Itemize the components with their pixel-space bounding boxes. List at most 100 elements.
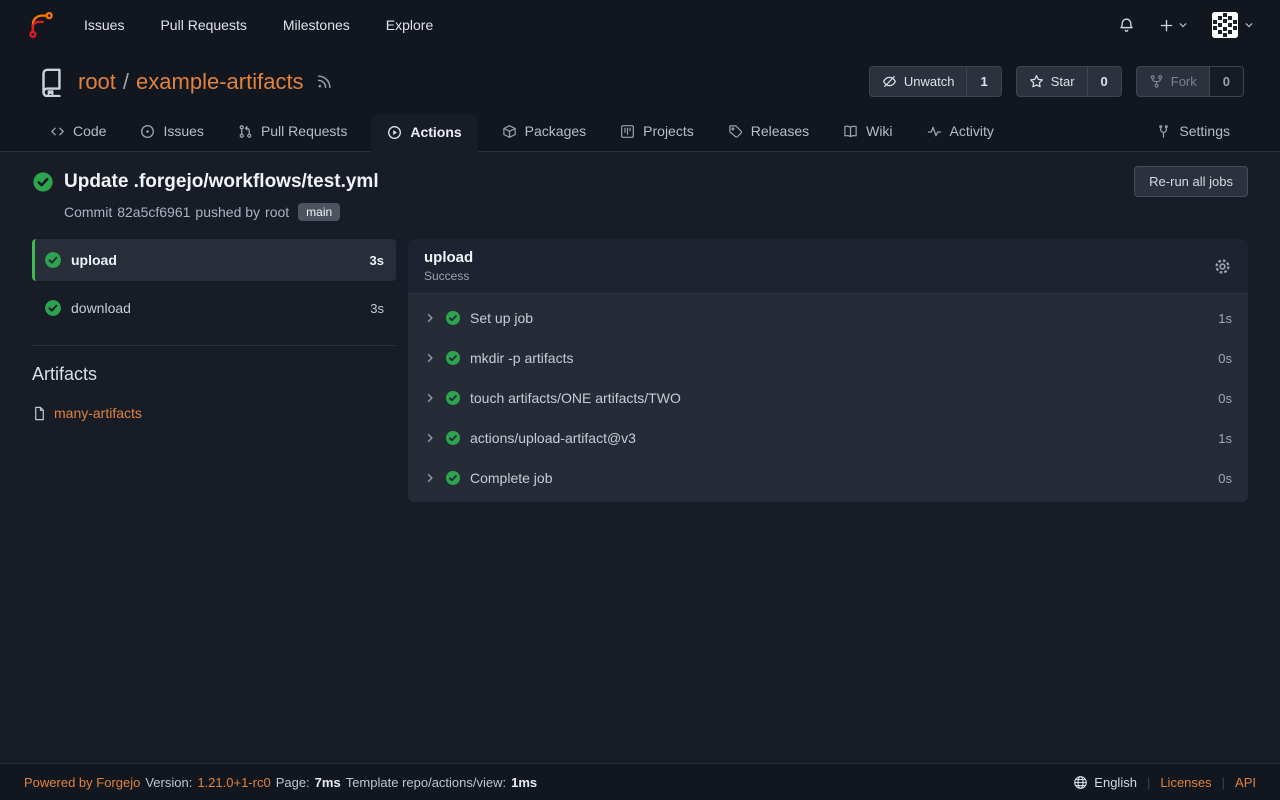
- artifact-download-link[interactable]: many-artifacts: [54, 405, 142, 421]
- step-name: touch artifacts/ONE artifacts/TWO: [470, 390, 681, 406]
- file-icon: [32, 406, 47, 421]
- job-duration: 3s: [370, 301, 384, 316]
- step-row-upload-artifact[interactable]: actions/upload-artifact@v3 1s: [408, 418, 1248, 458]
- user-menu[interactable]: [1212, 12, 1254, 38]
- step-name: actions/upload-artifact@v3: [470, 430, 636, 446]
- job-detail-header: upload Success: [408, 239, 1248, 294]
- tab-wiki[interactable]: Wiki: [833, 113, 902, 151]
- job-name: download: [71, 300, 131, 316]
- notifications-bell-icon[interactable]: [1118, 17, 1135, 34]
- nav-milestones[interactable]: Milestones: [283, 17, 350, 33]
- success-check-icon: [44, 251, 62, 269]
- success-check-icon: [445, 310, 461, 326]
- powered-by-link[interactable]: Powered by Forgejo: [24, 775, 140, 790]
- chevron-right-icon: [424, 472, 436, 484]
- issue-circle-icon: [140, 124, 155, 139]
- repo-name-link[interactable]: example-artifacts: [136, 69, 304, 95]
- success-check-icon: [445, 350, 461, 366]
- commit-sha-link[interactable]: 82a5cf6961: [117, 204, 190, 220]
- step-row-touch[interactable]: touch artifacts/ONE artifacts/TWO 0s: [408, 378, 1248, 418]
- artifacts-heading: Artifacts: [32, 364, 396, 385]
- footer: Powered by Forgejo Version: 1.21.0+1-rc0…: [0, 763, 1280, 800]
- nav-explore[interactable]: Explore: [386, 17, 433, 33]
- tab-settings[interactable]: Settings: [1146, 113, 1240, 151]
- tab-activity[interactable]: Activity: [917, 113, 1004, 151]
- rss-icon[interactable]: [316, 73, 333, 90]
- package-icon: [502, 124, 517, 139]
- licenses-link[interactable]: Licenses: [1160, 775, 1211, 790]
- navbar-links: Issues Pull Requests Milestones Explore: [84, 17, 433, 33]
- success-check-icon: [445, 430, 461, 446]
- step-duration: 0s: [1218, 351, 1232, 366]
- tab-packages[interactable]: Packages: [492, 113, 596, 151]
- job-detail-panel: upload Success Set up job 1s mkdir -p ar…: [408, 239, 1248, 502]
- tab-issues[interactable]: Issues: [130, 113, 213, 151]
- commit-author-link[interactable]: root: [265, 204, 289, 220]
- success-check-icon: [445, 470, 461, 486]
- tag-icon: [728, 124, 743, 139]
- star-icon: [1029, 74, 1044, 89]
- tab-actions[interactable]: Actions: [371, 114, 477, 152]
- job-detail-title: upload: [424, 249, 473, 266]
- language-selector[interactable]: English: [1073, 775, 1137, 790]
- user-avatar: [1212, 12, 1238, 38]
- footer-divider: |: [1222, 775, 1225, 790]
- actions-run-view: Update .forgejo/workflows/test.yml Re-ru…: [0, 152, 1280, 763]
- api-link[interactable]: API: [1235, 775, 1256, 790]
- unwatch-button[interactable]: Unwatch 1: [869, 66, 1002, 97]
- branch-badge[interactable]: main: [298, 203, 340, 221]
- step-name: Complete job: [470, 470, 553, 486]
- job-item-upload[interactable]: upload 3s: [32, 239, 396, 281]
- chevron-right-icon: [424, 312, 436, 324]
- globe-icon: [1073, 775, 1088, 790]
- fork-button[interactable]: Fork 0: [1136, 66, 1244, 97]
- footer-info: Powered by Forgejo Version: 1.21.0+1-rc0…: [24, 775, 537, 790]
- commit-summary: Commit 82a5cf6961 pushed by root main: [64, 203, 1248, 221]
- success-check-icon: [44, 299, 62, 317]
- page-time: 7ms: [315, 775, 341, 790]
- tab-releases[interactable]: Releases: [718, 113, 819, 151]
- tab-projects[interactable]: Projects: [610, 113, 704, 151]
- chevron-down-icon: [1244, 20, 1254, 30]
- book-open-icon: [843, 124, 858, 139]
- step-row-mkdir[interactable]: mkdir -p artifacts 0s: [408, 338, 1248, 378]
- repo-book-icon: [36, 67, 66, 97]
- step-row-setup-job[interactable]: Set up job 1s: [408, 298, 1248, 338]
- gear-icon[interactable]: [1213, 257, 1232, 276]
- pulse-icon: [927, 124, 942, 139]
- tab-pull-requests[interactable]: Pull Requests: [228, 113, 357, 151]
- repo-tabs: Code Issues Pull Requests Actions Packag…: [0, 107, 1280, 152]
- template-time: 1ms: [511, 775, 537, 790]
- nav-issues[interactable]: Issues: [84, 17, 124, 33]
- step-duration: 1s: [1218, 311, 1232, 326]
- chevron-right-icon: [424, 352, 436, 364]
- job-item-download[interactable]: download 3s: [32, 287, 396, 329]
- forgejo-logo-icon[interactable]: [26, 10, 56, 40]
- star-button[interactable]: Star 0: [1016, 66, 1122, 97]
- play-circle-icon: [387, 125, 402, 140]
- create-new-dropdown[interactable]: [1159, 18, 1188, 33]
- step-name: mkdir -p artifacts: [470, 350, 573, 366]
- step-row-complete-job[interactable]: Complete job 0s: [408, 458, 1248, 498]
- plus-icon: [1159, 18, 1174, 33]
- success-check-icon: [32, 171, 54, 193]
- project-board-icon: [620, 124, 635, 139]
- tools-icon: [1156, 124, 1171, 139]
- tab-code[interactable]: Code: [40, 113, 116, 151]
- step-duration: 0s: [1218, 471, 1232, 486]
- version-link[interactable]: 1.21.0+1-rc0: [197, 775, 270, 790]
- run-title: Update .forgejo/workflows/test.yml: [64, 171, 379, 193]
- nav-pull-requests[interactable]: Pull Requests: [160, 17, 246, 33]
- breadcrumb: root / example-artifacts: [78, 69, 304, 95]
- step-duration: 1s: [1218, 431, 1232, 446]
- top-navbar: Issues Pull Requests Milestones Explore: [0, 0, 1280, 50]
- job-status-text: Success: [424, 269, 473, 283]
- rerun-all-jobs-button[interactable]: Re-run all jobs: [1134, 166, 1248, 197]
- step-duration: 0s: [1218, 391, 1232, 406]
- repo-action-buttons: Unwatch 1 Star 0: [869, 66, 1244, 97]
- repo-owner-link[interactable]: root: [78, 69, 116, 95]
- breadcrumb-separator: /: [123, 69, 129, 95]
- step-list: Set up job 1s mkdir -p artifacts 0s touc…: [408, 294, 1248, 502]
- repo-header: root / example-artifacts Unwatch 1: [0, 50, 1280, 152]
- star-count: 0: [1087, 67, 1121, 96]
